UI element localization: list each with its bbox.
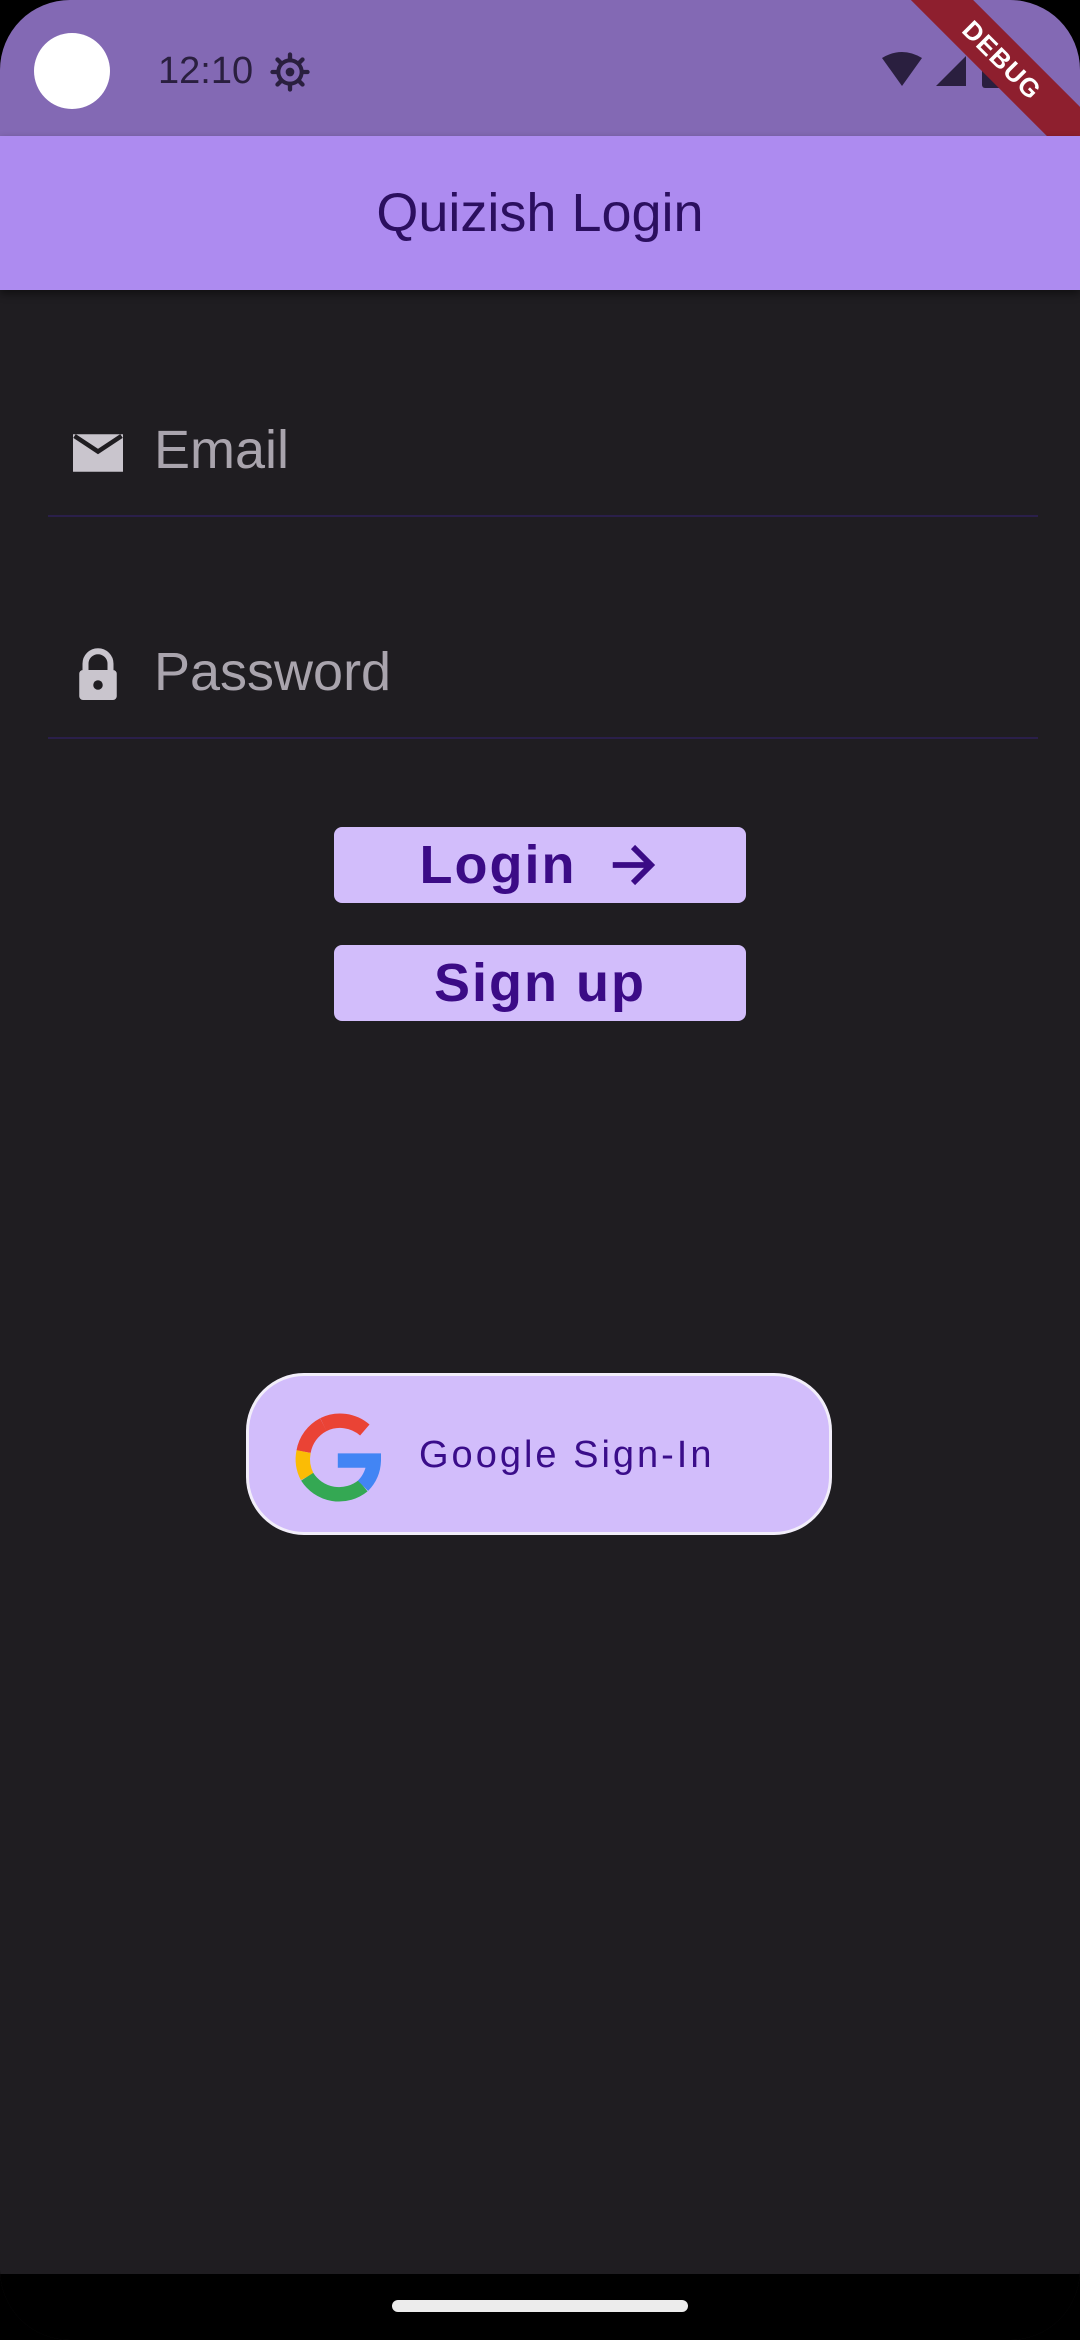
password-input[interactable]: [154, 627, 1014, 717]
lock-icon: [79, 648, 117, 700]
login-button-label: Login: [419, 835, 577, 895]
email-field: [48, 375, 1038, 517]
app-screen: 12:10 DEBUG Quizish Login Email Login Si…: [0, 0, 1080, 2340]
google-sign-in-label: Google Sign-In: [419, 1434, 715, 1476]
status-bar: 12:10 DEBUG: [0, 0, 1080, 175]
signup-button-label: Sign up: [434, 953, 646, 1013]
password-field: [48, 597, 1038, 739]
signup-button[interactable]: Sign up: [334, 945, 746, 1021]
wifi-icon: [882, 52, 922, 86]
home-gesture-handle[interactable]: [392, 2300, 688, 2312]
settings-gear-icon: [270, 52, 310, 92]
email-input[interactable]: [154, 405, 1014, 495]
google-sign-in-button[interactable]: Google Sign-In: [246, 1373, 832, 1535]
page-title: Quizish Login: [376, 183, 704, 243]
signal-icon: [936, 56, 966, 86]
arrow-right-icon: [613, 844, 656, 886]
status-time: 12:10: [158, 50, 254, 92]
google-logo-icon: [295, 1413, 381, 1502]
camera-cutout: [34, 33, 110, 109]
mail-icon: [73, 434, 123, 472]
app-bar: Quizish Login: [0, 136, 1080, 290]
login-button[interactable]: Login: [334, 827, 746, 903]
